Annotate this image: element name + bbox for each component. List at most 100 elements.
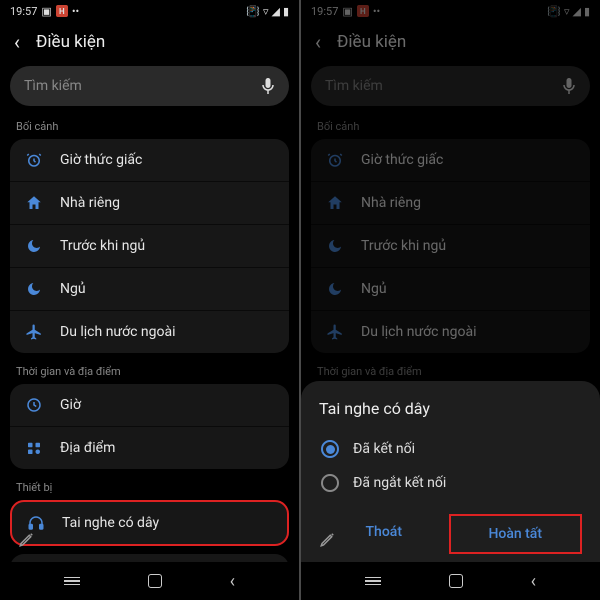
done-button[interactable]: Hoàn tất	[449, 514, 583, 554]
item-travel[interactable]: Du lịch nước ngoài	[311, 310, 590, 353]
alarm-icon	[325, 150, 345, 170]
radio-label: Đã kết nối	[353, 441, 415, 457]
item-label: Tai nghe có dây	[62, 515, 159, 531]
item-label: Nhà riêng	[361, 195, 421, 211]
group-headphone-highlighted: Tai nghe có dây	[10, 500, 289, 546]
clock-icon	[24, 395, 44, 415]
item-home[interactable]: Nhà riêng	[311, 181, 590, 224]
wifi-icon: ▿	[564, 5, 570, 18]
edit-fab[interactable]	[12, 524, 42, 554]
bottom-sheet: Tai nghe có dây Đã kết nối Đã ngắt kết n…	[301, 381, 600, 562]
moon-icon	[325, 279, 345, 299]
vibrate-icon: 📳	[246, 5, 260, 18]
back-icon[interactable]: ‹	[315, 30, 321, 54]
item-headphone[interactable]: Tai nghe có dây	[12, 502, 287, 544]
signal-icon: ◢	[572, 5, 580, 18]
group-context: Giờ thức giấc Nhà riêng Trước khi ngủ Ng…	[311, 139, 590, 353]
item-wakeup[interactable]: Giờ thức giấc	[311, 139, 590, 181]
moon-icon	[325, 236, 345, 256]
airplane-icon	[24, 322, 44, 342]
item-time[interactable]: Giờ	[10, 384, 289, 426]
section-timeplace-label: Thời gian và địa điểm	[10, 361, 289, 384]
nav-bar: ‹	[0, 562, 299, 600]
item-beforesleep[interactable]: Trước khi ngủ	[311, 224, 590, 267]
sheet-title: Tai nghe có dây	[319, 399, 582, 418]
edit-fab[interactable]	[313, 524, 343, 554]
back-icon[interactable]: ‹	[14, 30, 20, 54]
item-label: Du lịch nước ngoài	[60, 324, 176, 340]
item-label: Địa điểm	[60, 440, 115, 456]
notif-dots: ••	[72, 5, 79, 18]
airplane-icon	[325, 322, 345, 342]
section-context-label: Bối cảnh	[311, 116, 590, 139]
nav-recent[interactable]	[64, 577, 80, 586]
battery-icon: ▮	[584, 5, 590, 18]
sheet-actions: Thoát Hoàn tất	[319, 514, 582, 554]
nav-recent[interactable]	[365, 577, 381, 586]
item-sleep[interactable]: Ngủ	[10, 267, 289, 310]
nav-back[interactable]: ‹	[230, 571, 235, 592]
page-title: Điều kiện	[337, 32, 406, 52]
item-label: Ngủ	[60, 281, 86, 297]
search-placeholder: Tìm kiếm	[325, 78, 383, 94]
home-icon	[24, 193, 44, 213]
item-label: Trước khi ngủ	[361, 238, 446, 254]
nav-back[interactable]: ‹	[531, 571, 536, 592]
item-label: Giờ thức giấc	[60, 152, 142, 168]
radio-icon	[321, 474, 339, 492]
item-label: Ngủ	[361, 281, 387, 297]
alarm-icon	[24, 150, 44, 170]
item-wakeup[interactable]: Giờ thức giấc	[10, 139, 289, 181]
item-label: Giờ thức giấc	[361, 152, 443, 168]
group-device-rest: Trạng thái sạc Mức pin	[10, 554, 289, 562]
notif-badge: H	[357, 5, 369, 17]
item-home[interactable]: Nhà riêng	[10, 181, 289, 224]
signal-icon: ◢	[271, 5, 279, 18]
radio-disconnected[interactable]: Đã ngắt kết nối	[319, 466, 582, 500]
notif-icon: ▣	[342, 5, 352, 18]
vibrate-icon: 📳	[547, 5, 561, 18]
item-label: Giờ	[60, 397, 81, 413]
phone-left: 19:57 ▣ H •• 📳 ▿ ◢ ▮ ‹ Điều kiện Tìm kiế…	[0, 0, 299, 600]
section-device-label: Thiết bị	[10, 477, 289, 500]
item-travel[interactable]: Du lịch nước ngoài	[10, 310, 289, 353]
item-charging[interactable]: Trạng thái sạc	[10, 554, 289, 562]
nav-home[interactable]	[449, 574, 463, 588]
phone-right: 19:57 ▣ H •• 📳 ▿ ◢ ▮ ‹ Điều kiện Tìm kiế…	[301, 0, 600, 600]
moon-icon	[24, 279, 44, 299]
header: ‹ Điều kiện	[0, 22, 299, 62]
battery-icon: ▮	[283, 5, 289, 18]
item-place[interactable]: Địa điểm	[10, 426, 289, 469]
search-input[interactable]: Tìm kiếm	[311, 66, 590, 106]
status-bar: 19:57 ▣ H •• 📳 ▿ ◢ ▮	[0, 0, 299, 22]
item-beforesleep[interactable]: Trước khi ngủ	[10, 224, 289, 267]
mic-icon[interactable]	[261, 77, 275, 95]
search-placeholder: Tìm kiếm	[24, 78, 82, 94]
item-sleep[interactable]: Ngủ	[311, 267, 590, 310]
item-label: Nhà riêng	[60, 195, 120, 211]
radio-icon	[321, 440, 339, 458]
status-bar: 19:57 ▣ H •• 📳 ▿ ◢ ▮	[301, 0, 600, 22]
radio-connected[interactable]: Đã kết nối	[319, 432, 582, 466]
status-time: 19:57	[311, 5, 338, 18]
moon-icon	[24, 236, 44, 256]
mic-icon[interactable]	[562, 77, 576, 95]
page-title: Điều kiện	[36, 32, 105, 52]
content: Bối cảnh Giờ thức giấc Nhà riêng Trước k…	[0, 116, 299, 562]
item-label: Trước khi ngủ	[60, 238, 145, 254]
wifi-icon: ▿	[263, 5, 269, 18]
group-context: Giờ thức giấc Nhà riêng Trước khi ngủ Ng…	[10, 139, 289, 353]
item-label: Du lịch nước ngoài	[361, 324, 477, 340]
home-icon	[325, 193, 345, 213]
nav-bar: ‹	[301, 562, 600, 600]
place-icon	[24, 438, 44, 458]
section-context-label: Bối cảnh	[10, 116, 289, 139]
nav-home[interactable]	[148, 574, 162, 588]
group-timeplace: Giờ Địa điểm	[10, 384, 289, 469]
notif-dots: ••	[373, 5, 380, 18]
notif-icon: ▣	[41, 5, 51, 18]
search-input[interactable]: Tìm kiếm	[10, 66, 289, 106]
notif-badge: H	[56, 5, 68, 17]
radio-label: Đã ngắt kết nối	[353, 475, 446, 491]
header: ‹ Điều kiện	[301, 22, 600, 62]
